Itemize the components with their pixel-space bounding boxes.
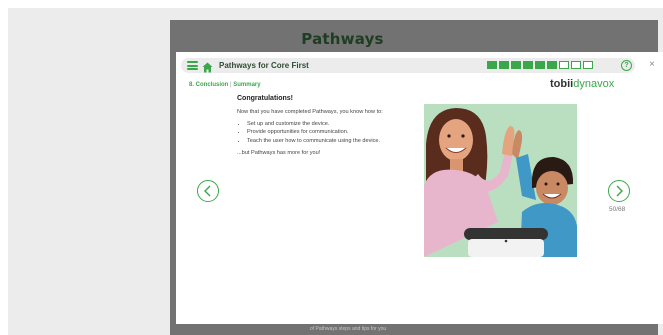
- list-item: Provide opportunities for communication.: [247, 129, 405, 136]
- content-intro: Now that you have completed Pathways, yo…: [237, 109, 383, 115]
- home-icon[interactable]: [202, 60, 213, 73]
- progress-segment: [583, 61, 593, 69]
- progress-segment: [535, 61, 545, 69]
- content-outro: ...but Pathways has more for you!: [237, 149, 321, 156]
- progress-segment: [511, 61, 521, 69]
- breadcrumb-separator: |: [230, 82, 232, 88]
- content-bullet-list: Set up and customize the device. Provide…: [247, 121, 405, 145]
- lesson-content: Congratulations! Now that you have compl…: [237, 94, 405, 162]
- lesson-modal: Pathways for Core First ? × 8. Conclusio…: [176, 52, 663, 324]
- high-five-illustration: [424, 104, 577, 257]
- progress-segment: [571, 61, 581, 69]
- previous-page-button[interactable]: [197, 180, 219, 202]
- faded-footer-text: of Pathways steps and tips for you: [310, 326, 387, 332]
- breadcrumb-page: Summary: [233, 82, 261, 88]
- next-page-button[interactable]: [608, 180, 630, 202]
- close-icon[interactable]: ×: [649, 60, 655, 70]
- lesson-topbar: Pathways for Core First ?: [181, 58, 635, 73]
- lesson-progress-bar: [487, 61, 593, 69]
- progress-segment: [559, 61, 569, 69]
- help-icon[interactable]: ?: [621, 60, 632, 71]
- content-heading: Congratulations!: [237, 95, 293, 102]
- progress-segment: [547, 61, 557, 69]
- brand-title: Pathways: [301, 30, 384, 48]
- hamburger-menu-icon[interactable]: [187, 61, 198, 70]
- progress-segment: [487, 61, 497, 69]
- page-counter: 50/68: [609, 206, 626, 213]
- left-panel: [8, 8, 170, 335]
- chevron-left-icon: [204, 185, 211, 197]
- progress-segment: [523, 61, 533, 69]
- tobii-dynavox-logo: tobiidynavox: [550, 78, 615, 90]
- breadcrumb: 8. Conclusion | Summary: [189, 81, 261, 89]
- chevron-right-icon: [616, 185, 623, 197]
- progress-segment: [499, 61, 509, 69]
- top-strip: [170, 8, 663, 20]
- course-title: Pathways for Core First: [219, 61, 309, 70]
- breadcrumb-section[interactable]: 8. Conclusion: [189, 82, 228, 88]
- list-item: Set up and customize the device.: [247, 121, 405, 128]
- list-item: Teach the user how to communicate using …: [247, 138, 405, 145]
